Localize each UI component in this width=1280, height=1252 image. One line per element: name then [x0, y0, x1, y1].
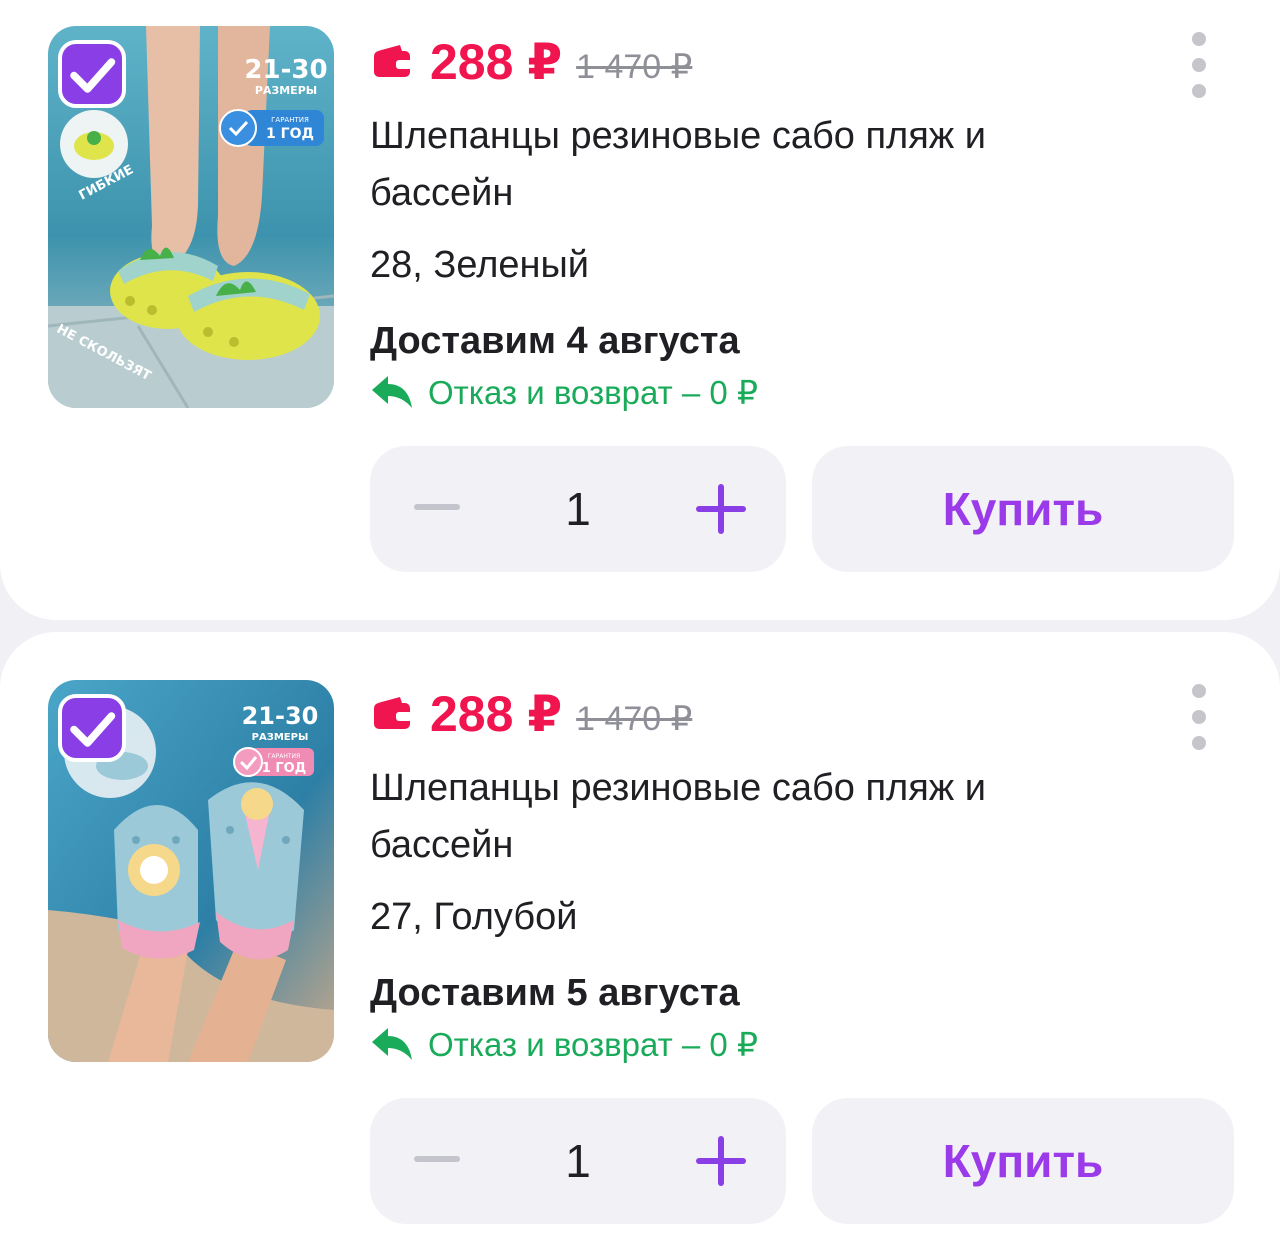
quantity-value: 1 [565, 483, 591, 535]
sizes-badge: 21-30 [242, 702, 319, 730]
product-variant: 27, Голубой [370, 896, 578, 938]
dot-icon [1192, 684, 1206, 698]
decrease-button[interactable] [414, 504, 460, 510]
increase-button[interactable] [696, 1136, 746, 1186]
buy-button[interactable]: Купить [812, 446, 1234, 572]
product-image[interactable]: 21-30 РАЗМЕРЫ ГАРАНТИЯ 1 ГОД [48, 680, 334, 1062]
sizes-caption: РАЗМЕРЫ [252, 732, 309, 743]
return-policy[interactable]: Отказ и возврат – 0 ₽ [370, 370, 758, 414]
warranty-caption: ГАРАНТИЯ [268, 753, 300, 760]
product-variant: 28, Зеленый [370, 244, 590, 286]
current-price: 288 ₽ [430, 34, 563, 90]
product-title[interactable]: Шлепанцы резиновые сабо пляж и бассейн [370, 108, 1130, 222]
dot-icon [1192, 84, 1206, 98]
warranty-caption: ГАРАНТИЯ [271, 116, 309, 124]
more-options-button[interactable] [1186, 684, 1212, 750]
quantity-value: 1 [565, 1135, 591, 1187]
more-options-button[interactable] [1186, 32, 1212, 98]
old-price: 1 470 ₽ [576, 48, 693, 86]
dot-icon [1192, 32, 1206, 46]
old-price: 1 470 ₽ [576, 700, 693, 738]
return-arrow-icon [372, 376, 412, 408]
dot-icon [1192, 58, 1206, 72]
wallet-icon [374, 45, 412, 77]
warranty-badge: 1 ГОД [266, 126, 314, 142]
dot-icon [1192, 710, 1206, 724]
product-title[interactable]: Шлепанцы резиновые сабо пляж и бассейн [370, 760, 1130, 874]
quantity-stepper: 1 [370, 1098, 786, 1224]
price-row: 288 ₽ 1 470 ₽ [372, 32, 692, 92]
sizes-badge: 21-30 [244, 55, 327, 85]
check-icon [70, 58, 116, 93]
quantity-stepper: 1 [370, 446, 786, 572]
check-icon [70, 712, 116, 747]
return-arrow-icon [372, 1028, 412, 1060]
return-text: Отказ и возврат – 0 ₽ [428, 373, 758, 411]
wallet-icon [374, 697, 412, 729]
sizes-caption: РАЗМЕРЫ [255, 84, 317, 97]
select-checkbox[interactable] [58, 40, 126, 108]
dot-icon [1192, 736, 1206, 750]
return-text: Отказ и возврат – 0 ₽ [428, 1025, 758, 1063]
select-checkbox[interactable] [58, 694, 126, 762]
product-image[interactable]: 21-30 РАЗМЕРЫ ГАРАНТИЯ 1 ГОД ГИБКИЕ НЕ С… [48, 26, 334, 408]
increase-button[interactable] [696, 484, 746, 534]
price-row: 288 ₽ 1 470 ₽ [372, 684, 692, 744]
buy-button[interactable]: Купить [812, 1098, 1234, 1224]
current-price: 288 ₽ [430, 686, 563, 742]
warranty-badge: 1 ГОД [262, 761, 306, 776]
cart-item-card: 21-30 РАЗМЕРЫ ГАРАНТИЯ 1 ГОД ГИБКИЕ НЕ С… [0, 0, 1280, 620]
decrease-button[interactable] [414, 1156, 460, 1162]
delivery-date: Доставим 4 августа [370, 320, 740, 362]
return-policy[interactable]: Отказ и возврат – 0 ₽ [370, 1022, 758, 1066]
delivery-date: Доставим 5 августа [370, 972, 740, 1014]
